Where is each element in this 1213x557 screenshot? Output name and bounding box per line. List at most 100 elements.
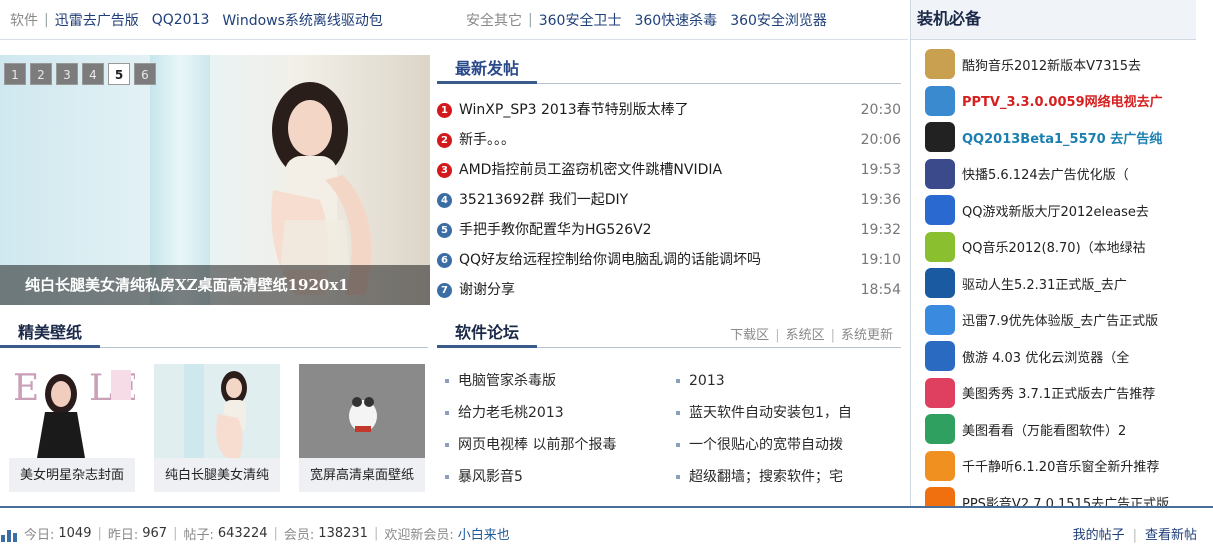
slide-page-button[interactable]: 2 (30, 63, 52, 85)
forum-link-text[interactable]: 电脑管家杀毒版 (458, 367, 556, 395)
wallpaper-thumbnail[interactable]: E LE (9, 364, 135, 458)
forum-link-text[interactable]: 给力老毛桃2013 (458, 399, 564, 427)
slide-page-button-active[interactable]: 5 (108, 63, 130, 85)
software-link-group: 软件 | 迅雷去广告版 QQ2013 Windows系统离线驱动包 (10, 10, 396, 30)
sidebar-item-label[interactable]: 美图秀秀 3.7.1正式版去广告推荐 (962, 383, 1155, 402)
maxthon-icon (925, 341, 955, 372)
sidebar-software-item[interactable]: 美图看看（万能看图软件）2 (925, 411, 1169, 448)
forum-link[interactable]: 一个很贴心的宽带自动拨 (676, 429, 892, 461)
sidebar-software-item[interactable]: 酷狗音乐2012新版本V7315去 (925, 46, 1169, 83)
sidebar-software-item[interactable]: QQ音乐2012(8.70)（本地绿祜 (925, 229, 1169, 266)
post-row[interactable]: 3 AMD指控前员工盗窃机密文件跳槽NVIDIA 19:53 (437, 155, 901, 185)
qqmusic-icon (925, 231, 955, 262)
sidebar-item-label[interactable]: QQ音乐2012(8.70)（本地绿祜 (962, 237, 1146, 256)
forum-link-text[interactable]: 一个很贴心的宽带自动拨 (689, 431, 843, 459)
forum-link-text[interactable]: 网页电视棒 以前那个报毒 (458, 431, 616, 459)
forum-link[interactable]: 2013 (676, 365, 892, 397)
sidebar-item-label[interactable]: 驱动人生5.2.31正式版_去广 (962, 274, 1127, 293)
wallpaper-thumbnail[interactable] (154, 364, 280, 458)
sidebar-item-label[interactable]: 酷狗音乐2012新版本V7315去 (962, 55, 1141, 74)
latest-posts-title: 最新发帖 (437, 54, 538, 84)
security-link[interactable]: 360快速杀毒 (634, 10, 717, 30)
sidebar-item-label[interactable]: 迅雷7.9优先体验版_去广告正式版 (962, 310, 1158, 329)
latest-posts-header: 最新发帖 (437, 52, 901, 84)
bullet-icon (676, 379, 680, 383)
forum-link[interactable]: 蓝天软件自动安装包1，自 (676, 397, 892, 429)
sidebar-software-item[interactable]: 驱动人生5.2.31正式版_去广 (925, 265, 1169, 302)
slide-page-button[interactable]: 3 (56, 63, 78, 85)
sidebar-software-item[interactable]: 迅雷7.9优先体验版_去广告正式版 (925, 302, 1169, 339)
forum-link[interactable]: 电脑管家杀毒版 (445, 365, 616, 397)
sidebar-software-item[interactable]: 千千静听6.1.20音乐窗全新升推荐 (925, 448, 1169, 485)
software-link[interactable]: Windows系统离线驱动包 (222, 10, 383, 30)
post-time: 19:32 (860, 222, 901, 238)
forum-link-text[interactable]: 暴风影音5 (458, 463, 523, 491)
security-link[interactable]: 360安全浏览器 (730, 10, 827, 30)
post-title[interactable]: WinXP_SP3 2013春节特别版太棒了 (459, 97, 689, 123)
featured-slideshow[interactable]: 1 2 3 4 5 6 纯白长腿美女清纯私房XZ桌面高清壁纸1920x1 (0, 55, 430, 305)
bullet-icon (445, 379, 449, 383)
slide-page-button[interactable]: 6 (134, 63, 156, 85)
post-row[interactable]: 5 手把手教你配置华为HG526V2 19:32 (437, 215, 901, 245)
forum-link[interactable]: 超级翻墙；搜索软件；宅 (676, 461, 892, 493)
kugou-icon (925, 49, 955, 80)
post-row[interactable]: 2 新手。。。 20:06 (437, 125, 901, 155)
wallpaper-card[interactable]: 宽屏高清桌面壁纸 (299, 364, 425, 492)
sidebar-software-item[interactable]: 美图秀秀 3.7.1正式版去广告推荐 (925, 375, 1169, 412)
post-title[interactable]: 手把手教你配置华为HG526V2 (459, 217, 652, 243)
forum-link-text[interactable]: 2013 (689, 367, 725, 395)
wallpaper-label[interactable]: 宽屏高清桌面壁纸 (299, 464, 425, 483)
forum-tabs: 下载区 | 系统区 | 系统更新 (730, 328, 893, 343)
slide-caption[interactable]: 纯白长腿美女清纯私房XZ桌面高清壁纸1920x1 (25, 274, 349, 295)
view-new-posts-link[interactable]: 查看新帖 (1145, 528, 1197, 543)
post-title[interactable]: QQ好友给远程控制给你调电脑乱调的话能调坏吗 (459, 247, 761, 273)
sidebar-item-label[interactable]: 快播5.6.124去广告优化版（ (962, 164, 1129, 183)
newest-member-link[interactable]: 小白来也 (458, 524, 510, 543)
forum-link[interactable]: 暴风影音5 (445, 461, 616, 493)
pptv-icon (925, 85, 955, 116)
wallpaper-thumbnail[interactable] (299, 364, 425, 458)
sidebar-software-item[interactable]: QQ游戏新版大厅2012elease去 (925, 192, 1169, 229)
software-link[interactable]: 迅雷去广告版 (55, 10, 139, 30)
sidebar-item-label[interactable]: QQ游戏新版大厅2012elease去 (962, 201, 1149, 220)
slide-page-button[interactable]: 4 (82, 63, 104, 85)
forum-tab[interactable]: 系统区 (786, 328, 825, 343)
sidebar-item-label[interactable]: 千千静听6.1.20音乐窗全新升推荐 (962, 456, 1159, 475)
wallpaper-label[interactable]: 美女明星杂志封面 (9, 464, 135, 483)
wallpaper-card[interactable]: 纯白长腿美女清纯 (154, 364, 280, 492)
my-posts-link[interactable]: 我的帖子 (1073, 528, 1125, 543)
meitu-icon (925, 377, 955, 408)
stats-row: 今日: 1049 | 昨日: 967 | 帖子: 643224 | 会员: 13… (0, 524, 510, 543)
sidebar-software-item[interactable]: 傲游 4.03 优化云浏览器（全 (925, 338, 1169, 375)
post-title[interactable]: 新手。。。 (459, 127, 515, 153)
post-row[interactable]: 1 WinXP_SP3 2013春节特别版太棒了 20:30 (437, 95, 901, 125)
forum-link[interactable]: 给力老毛桃2013 (445, 397, 616, 429)
post-title[interactable]: 谢谢分享 (459, 277, 515, 303)
forum-tab[interactable]: 系统更新 (841, 328, 893, 343)
forum-link-text[interactable]: 超级翻墙；搜索软件；宅 (689, 463, 843, 491)
forum-link[interactable]: 网页电视棒 以前那个报毒 (445, 429, 616, 461)
slide-page-button[interactable]: 1 (4, 63, 26, 85)
sidebar-item-label[interactable]: PPTV_3.3.0.0059网络电视去广 (962, 91, 1163, 110)
wallpaper-label[interactable]: 纯白长腿美女清纯 (154, 464, 280, 483)
rank-badge: 2 (437, 132, 452, 148)
forum-link-text[interactable]: 蓝天软件自动安装包1，自 (689, 399, 852, 427)
sidebar-item-label[interactable]: 美图看看（万能看图软件）2 (962, 420, 1126, 439)
sidebar-software-item[interactable]: 快播5.6.124去广告优化版（ (925, 156, 1169, 193)
sidebar-item-label[interactable]: QQ2013Beta1_5570 去广告纯 (962, 128, 1162, 147)
post-row[interactable]: 7 谢谢分享 18:54 (437, 275, 901, 305)
post-title[interactable]: 35213692群 我们一起DIY (459, 187, 628, 213)
sidebar-item-label[interactable]: 傲游 4.03 优化云浏览器（全 (962, 347, 1129, 366)
post-row[interactable]: 6 QQ好友给远程控制给你调电脑乱调的话能调坏吗 19:10 (437, 245, 901, 275)
post-time: 18:54 (860, 282, 901, 298)
sidebar-software-item[interactable]: QQ2013Beta1_5570 去广告纯 (925, 119, 1169, 156)
post-row[interactable]: 4 35213692群 我们一起DIY 19:36 (437, 185, 901, 215)
sidebar-software-item[interactable]: PPTV_3.3.0.0059网络电视去广 (925, 83, 1169, 120)
forum-tab[interactable]: 下载区 (730, 328, 769, 343)
wallpaper-card[interactable]: E LE 美女明星杂志封面 (9, 364, 135, 492)
software-link[interactable]: QQ2013 (152, 12, 210, 28)
today-value: 1049 (58, 526, 92, 541)
security-link[interactable]: 360安全卫士 (539, 10, 622, 30)
post-title[interactable]: AMD指控前员工盗窃机密文件跳槽NVIDIA (459, 157, 722, 183)
separator: | (273, 526, 278, 541)
